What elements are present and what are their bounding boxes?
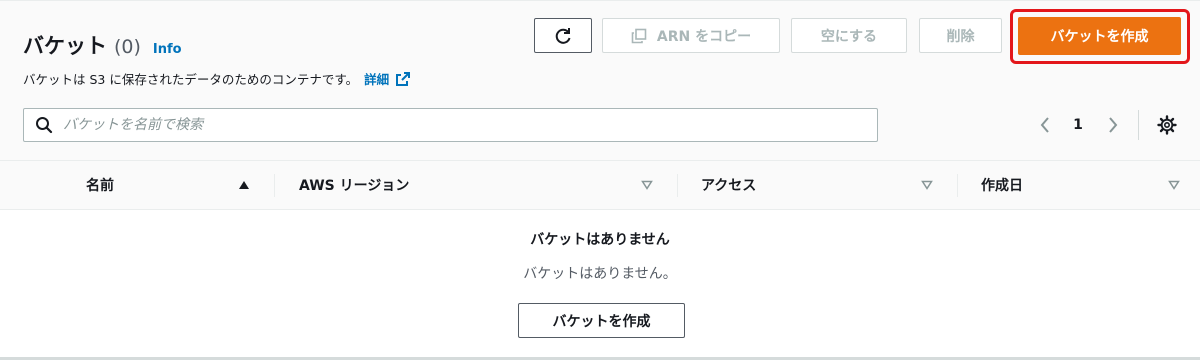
description-text: バケットは S3 に保存されたデータのためのコンテナです。 xyxy=(23,72,359,87)
delete-button[interactable]: 削除 xyxy=(919,18,1002,53)
previous-page-button[interactable] xyxy=(1036,114,1054,136)
page-title: バケット xyxy=(23,34,107,58)
create-bucket-button[interactable]: バケットを作成 xyxy=(1018,17,1181,55)
copy-icon xyxy=(631,28,647,44)
table-header: 名前 AWS リージョン アクセス 作成日 xyxy=(0,160,1200,210)
sort-ascending-icon[interactable] xyxy=(238,161,250,209)
column-label-access: アクセス xyxy=(701,178,757,194)
copy-arn-label: ARN をコピー xyxy=(656,28,752,45)
empty-state-title: バケットはありません xyxy=(530,232,670,248)
learn-more-link[interactable]: 詳細 xyxy=(364,69,389,88)
empty-state-create-label: バケットを作成 xyxy=(552,313,651,330)
sort-descending-icon[interactable] xyxy=(921,161,933,209)
info-link[interactable]: Info xyxy=(153,42,182,57)
page-description: バケットは S3 に保存されたデータのためのコンテナです。 詳細 xyxy=(23,69,411,88)
create-bucket-label: バケットを作成 xyxy=(1050,29,1149,45)
sort-descending-icon[interactable] xyxy=(1168,161,1180,209)
search-box[interactable] xyxy=(23,108,878,142)
refresh-icon xyxy=(553,26,573,46)
refresh-button[interactable] xyxy=(534,18,592,53)
search-input[interactable] xyxy=(61,116,845,134)
chevron-right-icon xyxy=(1107,116,1119,134)
pager-divider xyxy=(1138,110,1139,140)
column-header-region[interactable]: AWS リージョン xyxy=(299,161,409,209)
delete-label: 削除 xyxy=(946,28,975,45)
column-label-name: 名前 xyxy=(86,178,114,194)
page-title-row: バケット (0) Info xyxy=(23,30,182,60)
table-bottom-border xyxy=(0,357,1200,360)
column-divider xyxy=(677,174,678,197)
empty-label: 空にする xyxy=(820,28,878,45)
column-header-created[interactable]: 作成日 xyxy=(981,161,1023,209)
column-label-created: 作成日 xyxy=(981,178,1023,194)
empty-state-create-button[interactable]: バケットを作成 xyxy=(518,303,685,338)
sort-descending-icon[interactable] xyxy=(641,161,653,209)
empty-button[interactable]: 空にする xyxy=(791,18,907,53)
chevron-left-icon xyxy=(1039,116,1051,134)
external-link-icon[interactable] xyxy=(395,71,411,87)
bucket-count: (0) xyxy=(114,36,141,58)
next-page-button[interactable] xyxy=(1104,114,1122,136)
column-divider xyxy=(274,174,275,197)
empty-state-description: バケットはありません。 xyxy=(523,266,677,282)
column-divider xyxy=(957,174,958,197)
column-label-region: AWS リージョン xyxy=(299,178,410,194)
preferences-gear-icon[interactable] xyxy=(1157,115,1177,135)
search-icon xyxy=(35,116,53,134)
page-number[interactable]: 1 xyxy=(1068,114,1088,136)
copy-arn-button[interactable]: ARN をコピー xyxy=(602,18,780,53)
column-header-access[interactable]: アクセス xyxy=(701,161,756,209)
column-header-name[interactable]: 名前 xyxy=(86,161,114,209)
